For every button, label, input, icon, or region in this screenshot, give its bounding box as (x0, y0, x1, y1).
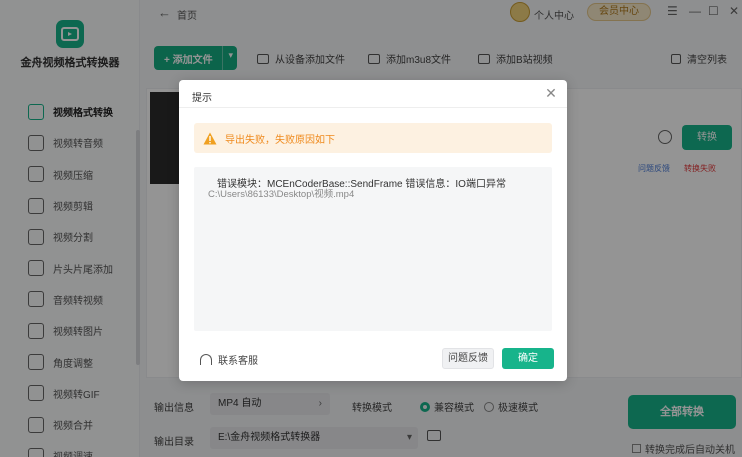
feedback-button[interactable]: 问题反馈 (442, 348, 494, 369)
ok-button[interactable]: 确定 (502, 348, 554, 369)
error-dialog: 提示 ✕ 导出失败，失败原因如下 错误模块：MCEnCoderBase::Sen… (179, 80, 567, 381)
divider (179, 107, 567, 108)
app-window: 金舟视频格式转换器 视频格式转换 视频转音频 视频压缩 视频剪辑 视频分割 片头… (0, 0, 742, 457)
headset-icon (200, 354, 212, 365)
close-icon[interactable]: ✕ (543, 85, 559, 101)
contact-support-link[interactable]: 联系客服 (200, 352, 258, 367)
warning-text: 导出失败，失败原因如下 (225, 134, 335, 146)
error-detail-box: 错误模块：MCEnCoderBase::SendFrame 错误信息：IO端口异… (194, 167, 552, 331)
dialog-title: 提示 (192, 93, 212, 104)
contact-support-label: 联系客服 (218, 356, 258, 367)
warning-banner: 导出失败，失败原因如下 (194, 123, 552, 153)
warning-icon (203, 132, 217, 144)
file-path: C:\Users\86133\Desktop\视频.mp4 (208, 189, 355, 200)
